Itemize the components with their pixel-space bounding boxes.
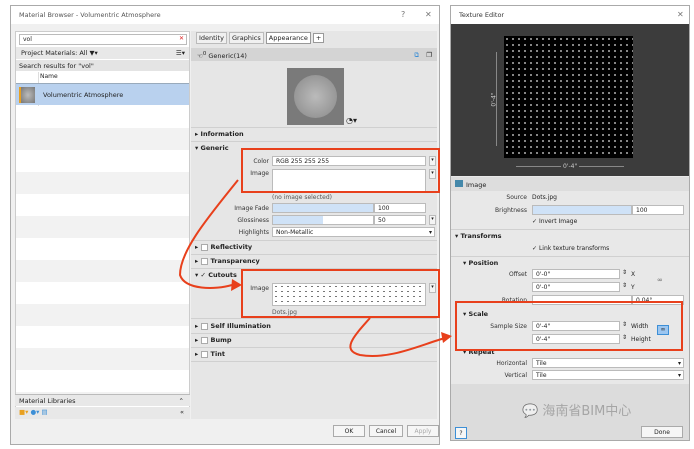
annotation-box-scale bbox=[455, 301, 683, 351]
annotation-overlay bbox=[178, 148, 683, 357]
annotation-arrow-1 bbox=[178, 179, 239, 289]
annotation-box-generic bbox=[241, 148, 440, 193]
annotation-box-cutouts bbox=[241, 269, 440, 318]
annotation-arrow-2 bbox=[349, 317, 446, 357]
